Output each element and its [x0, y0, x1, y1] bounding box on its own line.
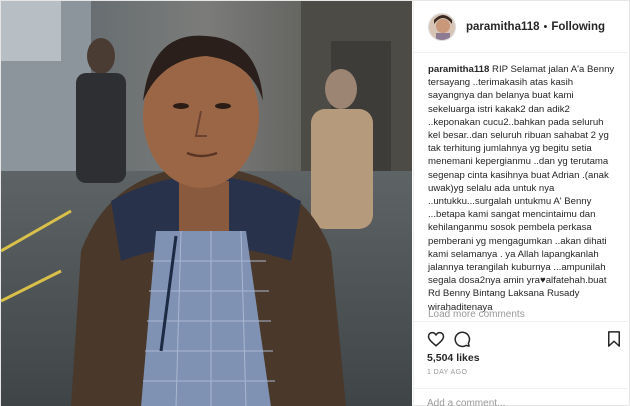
caption-text: tersayang ..terimakasih atas kasih: [428, 77, 574, 89]
caption-line: tak terhitung jumlahnya yg begitu setia: [428, 142, 624, 155]
post-actions: 5,504 likes 1 DAY AGO: [413, 321, 630, 406]
caption-line: tersayang ..terimakasih atas kasih: [428, 76, 624, 89]
post-photo[interactable]: [1, 1, 412, 406]
caption-text: ...betapa kami sangat mencintaimu dan: [428, 209, 596, 221]
caption-text: kehilanganmu sosok pembela perkasa: [428, 222, 592, 234]
caption-line: kami selamanya . ya Allah lapangkanlah: [428, 248, 624, 261]
caption-line: paramitha118 RIP Selamat jalan A'a Benny: [428, 63, 624, 76]
heart-icon[interactable]: [427, 330, 445, 348]
separator-dot: •: [543, 20, 548, 33]
caption-text: sekeluarga istri kakak2 dan adik2: [428, 103, 570, 115]
caption-text: ..untukku...surgalah untukmu A' Benny: [428, 196, 592, 208]
caption-line: uwak)yg selalu ada untuk nya: [428, 182, 624, 195]
caption-username-link[interactable]: paramitha118: [428, 64, 489, 75]
comment-bubble-icon[interactable]: [453, 330, 471, 348]
bookmark-icon[interactable]: [605, 330, 623, 348]
caption-text: tak terhitung jumlahnya yg begitu setia: [428, 143, 592, 155]
caption-line: sayangnya dan belanya buat kami: [428, 89, 624, 102]
load-more-comments-link[interactable]: Load more comments: [428, 309, 525, 320]
avatar-image: [429, 13, 455, 40]
following-button[interactable]: Following: [551, 21, 605, 33]
action-icons: [427, 330, 623, 348]
post-timestamp: 1 DAY AGO: [427, 369, 468, 376]
post-header: paramitha118 • Following: [414, 1, 630, 53]
caption-line: kel besar..dan seluruh ribuan sahabat 2 …: [428, 129, 624, 142]
caption-text: segenap cinta kasihnya buat Adrian .(ana…: [428, 169, 609, 181]
photo-illustration: [1, 1, 412, 406]
likes-count[interactable]: 5,504 likes: [427, 352, 480, 364]
caption-text: Rd Benny Bintang Laksana Rusady: [428, 288, 580, 300]
caption-line: kehilanganmu sosok pembela perkasa: [428, 221, 624, 234]
caption-line: pemberani yg mengagumkan ..akan dihati: [428, 235, 624, 248]
comment-box: [413, 388, 630, 406]
username-link[interactable]: paramitha118: [466, 21, 540, 33]
caption-text: uwak)yg selalu ada untuk nya: [428, 182, 555, 194]
caption-text: sayangnya dan belanya buat kami: [428, 90, 574, 102]
avatar[interactable]: [428, 12, 456, 41]
caption-text: segala dosa2nya amin yra♥alfatehah.buat: [428, 275, 607, 287]
post-caption: paramitha118 RIP Selamat jalan A'a Benny…: [428, 63, 624, 314]
instagram-post: paramitha118 • Following paramitha118 RI…: [0, 0, 630, 406]
caption-line: segala dosa2nya amin yra♥alfatehah.buat: [428, 274, 624, 287]
caption-line: sekeluarga istri kakak2 dan adik2: [428, 103, 624, 116]
caption-line: segenap cinta kasihnya buat Adrian .(ana…: [428, 169, 624, 182]
caption-text: menemani kepergianmu ..dan yg terutama: [428, 156, 609, 168]
caption-line: menemani kepergianmu ..dan yg terutama: [428, 155, 624, 168]
caption-line: ..untukku...surgalah untukmu A' Benny: [428, 195, 624, 208]
caption-text: ..keponakan cucu2..bahkan pada seluruh: [428, 116, 604, 128]
caption-line: jalannya terangilah kuburnya ...ampunila…: [428, 261, 624, 274]
caption-text: pemberani yg mengagumkan ..akan dihati: [428, 235, 607, 247]
caption-text: kami selamanya . ya Allah lapangkanlah: [428, 248, 599, 260]
caption-text: kel besar..dan seluruh ribuan sahabat 2 …: [428, 130, 609, 142]
caption-line: ..keponakan cucu2..bahkan pada seluruh: [428, 116, 624, 129]
caption-line: Rd Benny Bintang Laksana Rusady: [428, 287, 624, 300]
caption-line: ...betapa kami sangat mencintaimu dan: [428, 208, 624, 221]
comment-input[interactable]: [427, 398, 617, 406]
caption-text: jalannya terangilah kuburnya ...ampunila…: [428, 262, 606, 274]
caption-text: RIP Selamat jalan A'a Benny: [492, 64, 615, 75]
